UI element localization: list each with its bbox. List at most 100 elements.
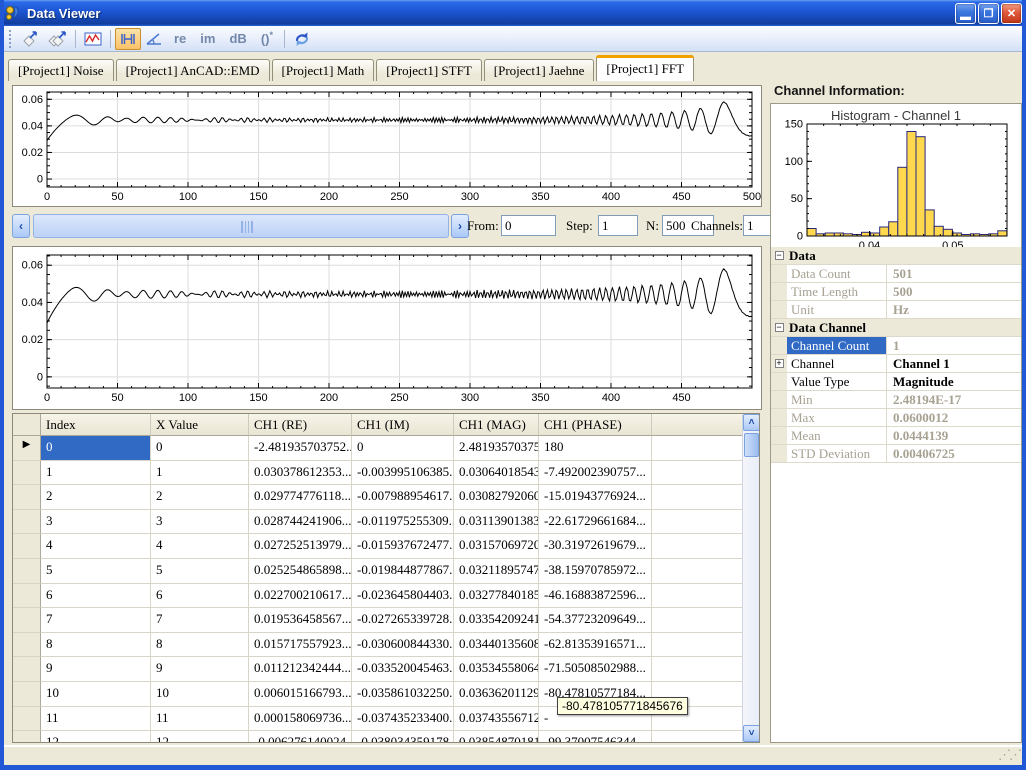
table-cell[interactable]: 0.028744241906... (249, 510, 352, 535)
refresh-button[interactable] (289, 28, 315, 50)
scrollbar-thumb[interactable] (744, 433, 759, 457)
property-label[interactable]: Mean (787, 427, 887, 444)
table-cell[interactable]: -0.037435233400... (352, 707, 454, 732)
detail-chart[interactable]: 05010015020025030035040045000.020.040.06 (13, 247, 761, 409)
table-cell[interactable]: 11 (41, 707, 151, 732)
overview-chart[interactable]: 05010015020025030035040045050000.020.040… (13, 86, 761, 206)
property-label[interactable]: Channel (787, 355, 887, 372)
property-std-deviation[interactable]: STD Deviation0.00406725 (771, 445, 1021, 463)
table-cell[interactable]: 0 (41, 436, 151, 461)
maximize-button[interactable]: ❐ (978, 3, 999, 24)
table-cell[interactable]: -2.481935703752... (249, 436, 352, 461)
expand-box[interactable]: + (771, 355, 787, 372)
property-data-count[interactable]: Data Count501 (771, 265, 1021, 283)
property-group-data[interactable]: −Data (771, 247, 1021, 265)
tab-project1-noise[interactable]: [Project1] Noise (8, 59, 114, 81)
table-cell[interactable]: 12 (151, 731, 249, 743)
table-cell[interactable]: 2.481935703752... (454, 436, 539, 461)
table-cell[interactable]: 0.032778401851... (454, 584, 539, 609)
table-cell[interactable]: 3 (151, 510, 249, 535)
property-unit[interactable]: UnitHz (771, 301, 1021, 319)
from-input[interactable] (501, 215, 556, 236)
property-value[interactable]: 500 (887, 283, 1021, 300)
row-selector[interactable] (13, 485, 41, 510)
property-value[interactable]: 0.0600012 (887, 409, 1021, 426)
table-cell[interactable]: 6 (151, 584, 249, 609)
table-cell[interactable]: 0.031139013833... (454, 510, 539, 535)
table-cell[interactable]: 3 (41, 510, 151, 535)
table-cell[interactable]: 0 (352, 436, 454, 461)
property-label[interactable]: Time Length (787, 283, 887, 300)
row-selector[interactable] (13, 534, 41, 559)
row-selector[interactable] (13, 559, 41, 584)
row-selector[interactable]: ▶ (13, 436, 41, 461)
table-cell[interactable]: 7 (41, 608, 151, 633)
table-cell[interactable]: 5 (41, 559, 151, 584)
table-cell[interactable]: 0.027252513979... (249, 534, 352, 559)
row-selector[interactable] (13, 461, 41, 486)
property-value[interactable]: 501 (887, 265, 1021, 282)
table-cell[interactable]: 12 (41, 731, 151, 743)
property-label[interactable]: Max (787, 409, 887, 426)
row-selector[interactable] (13, 608, 41, 633)
row-selector[interactable] (13, 731, 41, 743)
table-cell[interactable]: 0.006015166793... (249, 682, 352, 707)
table-cell[interactable]: 0.011212342444... (249, 657, 352, 682)
table-cell[interactable]: -54.37723209649... (539, 608, 652, 633)
real-part-button[interactable]: re (167, 28, 193, 50)
collapse-box[interactable]: − (771, 319, 787, 336)
property-label[interactable]: Min (787, 391, 887, 408)
table-cell[interactable]: -30.31972619679... (539, 534, 652, 559)
table-cell[interactable]: -0.030600844330... (352, 633, 454, 658)
property-value[interactable]: 2.48194E-17 (887, 391, 1021, 408)
phase-angle-button[interactable] (141, 28, 167, 50)
property-label[interactable]: Data Count (787, 265, 887, 282)
conjugate-button[interactable]: ()* (254, 28, 280, 50)
property-value-type[interactable]: Value TypeMagnitude (771, 373, 1021, 391)
table-cell[interactable]: -0.015937672477... (352, 534, 454, 559)
table-cell[interactable]: 10 (151, 682, 249, 707)
property-channel[interactable]: +ChannelChannel 1 (771, 355, 1021, 373)
table-cell[interactable]: 0.031570697207... (454, 534, 539, 559)
table-cell[interactable]: 1 (41, 461, 151, 486)
detail-chart-panel[interactable]: 05010015020025030035040045000.020.040.06 (12, 246, 762, 410)
table-cell[interactable]: 0.036362011297... (454, 682, 539, 707)
table-cell[interactable]: 10 (41, 682, 151, 707)
table-cell[interactable]: -0.003995106385... (352, 461, 454, 486)
property-label[interactable]: Channel Count (787, 337, 887, 354)
table-cell[interactable]: -0.023645804403... (352, 584, 454, 609)
table-cell[interactable]: 4 (151, 534, 249, 559)
property-mean[interactable]: Mean0.0444139 (771, 427, 1021, 445)
table-vertical-scrollbar[interactable]: ˄ ˅ (742, 414, 759, 742)
table-cell[interactable]: 180 (539, 436, 652, 461)
table-cell[interactable]: -7.492002390757... (539, 461, 652, 486)
table-cell[interactable]: 4 (41, 534, 151, 559)
range-scrollbar[interactable] (33, 214, 449, 238)
table-cell[interactable]: -0.038034359178 (352, 731, 454, 743)
table-cell[interactable]: -62.81353916571... (539, 633, 652, 658)
table-cell[interactable]: -0.011975255309... (352, 510, 454, 535)
goto-all-data-button[interactable] (43, 28, 71, 50)
property-value[interactable]: 0.00406725 (887, 445, 1021, 462)
table-cell[interactable]: -0.033520045463... (352, 657, 454, 682)
table-cell[interactable]: -22.61729661684... (539, 510, 652, 535)
table-cell[interactable]: -38.15970785972... (539, 559, 652, 584)
step-input[interactable] (598, 215, 638, 236)
scrollbar-grip[interactable] (241, 221, 253, 233)
toolbar-grip[interactable] (9, 30, 14, 48)
table-cell[interactable]: 6 (41, 584, 151, 609)
table-cell[interactable]: -0.019844877867... (352, 559, 454, 584)
table-cell[interactable]: -15.01943776924... (539, 485, 652, 510)
property-value[interactable]: 0.0444139 (887, 427, 1021, 444)
table-cell[interactable]: 0.035345580642... (454, 657, 539, 682)
waveform-view-button[interactable] (80, 28, 106, 50)
table-cell[interactable]: 0.019536458567... (249, 608, 352, 633)
resize-grip[interactable]: ⋰⋰ (998, 747, 1020, 763)
table-cell[interactable]: 2 (41, 485, 151, 510)
table-cell[interactable]: 5 (151, 559, 249, 584)
table-cell[interactable]: 0.034401356089... (454, 633, 539, 658)
collapse-box[interactable]: − (771, 247, 787, 264)
table-cell[interactable]: 0 (151, 436, 249, 461)
tab-project1-jaehne[interactable]: [Project1] Jaehne (484, 59, 595, 81)
close-button[interactable]: ✕ (1001, 3, 1022, 24)
